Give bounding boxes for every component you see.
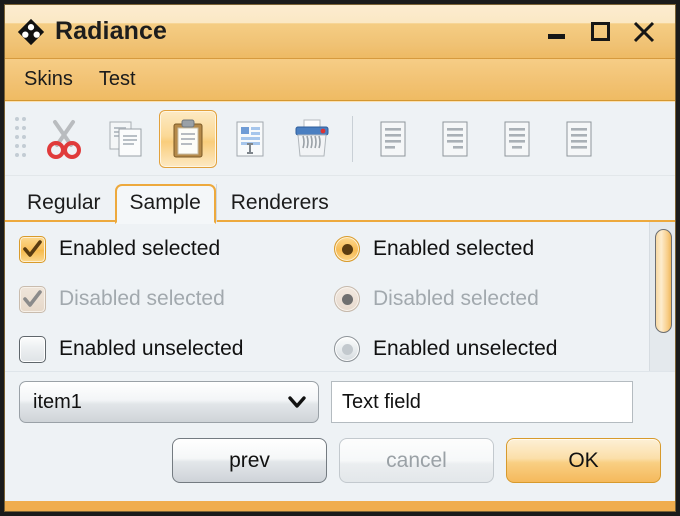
text-field-value: Text field (342, 390, 421, 413)
toolbar-button-cut[interactable] (35, 110, 93, 168)
radio-enabled-unselected[interactable] (334, 336, 360, 362)
drag-grip-icon[interactable] (13, 113, 29, 165)
minimize-button[interactable] (541, 17, 571, 47)
radio-enabled-unselected-label: Enabled unselected (373, 337, 558, 360)
vertical-scrollbar[interactable] (649, 222, 675, 371)
toolbar-separator (352, 115, 353, 162)
menu-item-skins[interactable]: Skins (15, 65, 82, 94)
align-left-icon (380, 121, 406, 156)
checkbox-enabled-selected-label: Enabled selected (59, 237, 221, 260)
radio-enabled-unselected-row[interactable]: Enabled unselected (334, 324, 649, 374)
tab-bar: Regular Sample Renderers (5, 176, 675, 224)
close-button[interactable] (629, 17, 659, 47)
align-justify-icon (566, 121, 592, 156)
scissors-icon (47, 119, 81, 159)
shredder-icon (295, 119, 329, 156)
toolbar (5, 102, 675, 176)
button-row: prev cancel OK (5, 432, 675, 501)
minimize-icon (547, 34, 565, 39)
field-row: item1 Text field (5, 372, 675, 432)
diamond-logo-icon (17, 18, 45, 45)
menu-bar: Skins Test (5, 59, 675, 101)
combobox-item-select[interactable]: item1 (19, 381, 319, 423)
application-window: Radiance Skins Test Regular Sample Rende… (4, 4, 676, 512)
radio-disabled-selected-row: Disabled selected (334, 274, 649, 324)
checkbox-enabled-selected[interactable] (19, 235, 46, 263)
menu-item-test[interactable]: Test (90, 65, 145, 94)
radio-enabled-selected-row[interactable]: Enabled selected (334, 224, 649, 274)
toolbar-button-paste-special[interactable] (221, 110, 279, 168)
radio-disabled-selected-label: Disabled selected (373, 287, 539, 310)
copy-documents-icon (109, 121, 142, 156)
radio-dot-icon (341, 293, 353, 305)
checkbox-enabled-unselected-row[interactable]: Enabled unselected (19, 324, 334, 374)
toolbar-button-align-left[interactable] (364, 110, 422, 168)
window-bottom-frame (5, 501, 675, 511)
window-controls (541, 17, 665, 47)
checkbox-disabled-selected-label: Disabled selected (59, 287, 225, 310)
toolbar-button-copy[interactable] (97, 110, 155, 168)
text-field[interactable]: Text field (331, 381, 633, 423)
cancel-button: cancel (339, 438, 494, 483)
radio-dot-icon (341, 343, 353, 355)
prev-button[interactable]: prev (172, 438, 327, 483)
chevron-down-icon[interactable] (284, 389, 310, 415)
title-bar[interactable]: Radiance (5, 5, 675, 59)
check-icon (23, 289, 42, 307)
radio-enabled-selected-label: Enabled selected (373, 237, 535, 260)
check-icon (23, 239, 42, 257)
toolbar-button-align-justify[interactable] (550, 110, 608, 168)
tab-regular[interactable]: Regular (13, 184, 115, 222)
toolbar-button-align-right[interactable] (426, 110, 484, 168)
tab-renderers[interactable]: Renderers (215, 184, 343, 222)
window-title: Radiance (55, 17, 167, 45)
options-grid: Enabled selected Enabled selected Disabl… (5, 222, 649, 371)
radio-disabled-selected (334, 286, 360, 312)
tab-sample[interactable]: Sample (114, 184, 216, 224)
align-center-icon (504, 121, 530, 156)
toolbar-button-paste[interactable] (159, 109, 217, 168)
align-right-icon (442, 121, 468, 156)
document-edit-icon (236, 121, 264, 156)
options-scroll-pane: Enabled selected Enabled selected Disabl… (5, 222, 675, 372)
checkbox-disabled-selected-row: Disabled selected (19, 274, 334, 324)
ok-button[interactable]: OK (506, 438, 661, 483)
scrollbar-thumb[interactable] (655, 229, 672, 333)
window-content: Regular Sample Renderers Enabled selecte… (5, 101, 675, 511)
checkbox-enabled-unselected-label: Enabled unselected (59, 337, 244, 360)
maximize-icon (590, 22, 610, 41)
checkbox-enabled-unselected[interactable] (19, 335, 46, 363)
maximize-button[interactable] (585, 17, 615, 47)
radio-dot-icon (341, 243, 353, 255)
toolbar-button-align-center[interactable] (488, 110, 546, 168)
close-icon (633, 21, 655, 42)
checkbox-enabled-selected-row[interactable]: Enabled selected (19, 224, 334, 274)
radio-enabled-selected[interactable] (334, 236, 360, 262)
toolbar-button-shred[interactable] (283, 110, 341, 168)
combobox-value: item1 (33, 390, 82, 413)
clipboard-icon (173, 119, 203, 157)
checkbox-disabled-selected (19, 285, 46, 313)
